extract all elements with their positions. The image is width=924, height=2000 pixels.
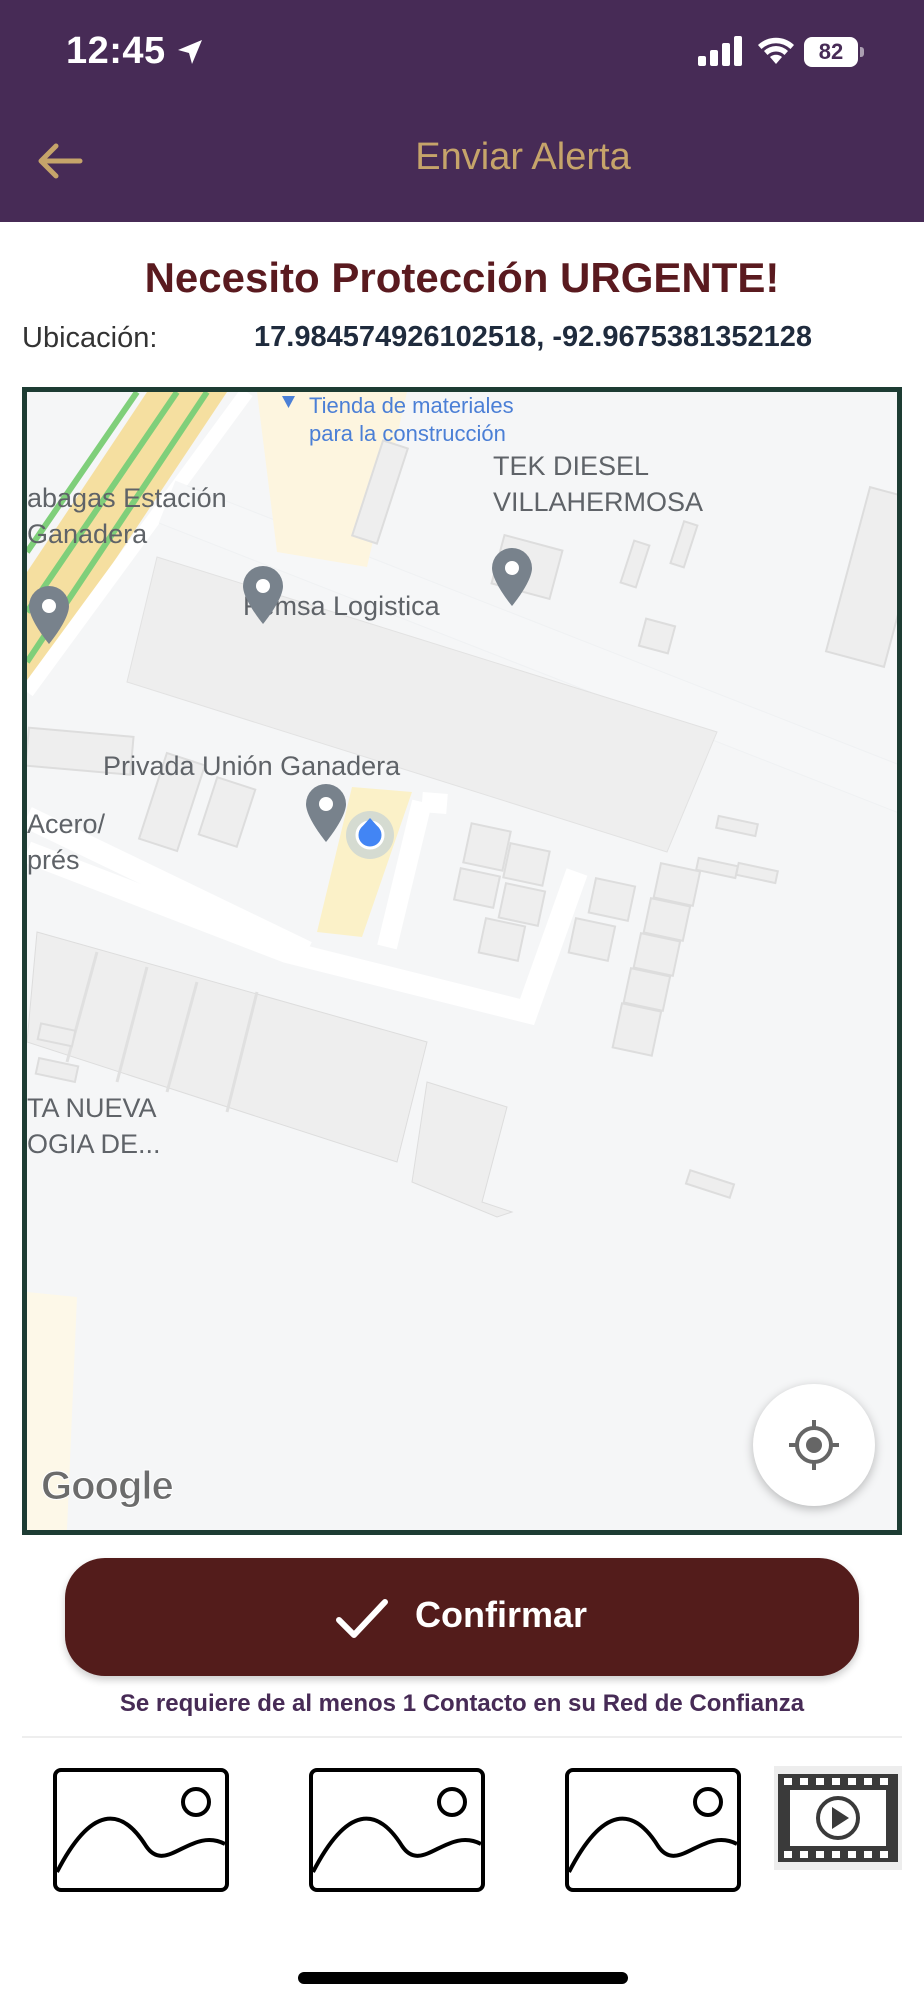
- location-coordinates: 17.984574926102518, -92.9675381352128: [254, 321, 812, 353]
- image-placeholder-icon[interactable]: [51, 1766, 231, 1894]
- checkmark-icon: [336, 1599, 388, 1638]
- map-pin-icon[interactable]: [241, 564, 285, 626]
- battery-level: 82: [804, 37, 858, 67]
- map-label-privada[interactable]: Privada Unión Ganadera: [103, 748, 400, 784]
- wifi-icon: [758, 37, 794, 64]
- confirm-button-label: Confirmar: [415, 1594, 588, 1635]
- map-label-nueva[interactable]: TA NUEVA OGIA DE...: [27, 1090, 161, 1162]
- video-placeholder[interactable]: [774, 1766, 902, 1870]
- battery-icon: 82: [804, 37, 864, 67]
- divider: [22, 1736, 902, 1738]
- google-attribution-logo: Google: [41, 1464, 175, 1509]
- app-header: 12:45 82 Enviar Alerta: [0, 0, 924, 222]
- map-pin-icon[interactable]: [490, 546, 534, 608]
- requirement-notice: Se requiere de al menos 1 Contacto en su…: [119, 1690, 805, 1717]
- location-arrow-icon: [178, 40, 202, 64]
- map-pin-icon[interactable]: [27, 584, 71, 646]
- map-pin-icon[interactable]: [304, 782, 348, 844]
- map-label-tek-diesel[interactable]: TEK DIESEL VILLAHERMOSA: [493, 448, 703, 520]
- map-label-tienda[interactable]: Tienda de materiales para la construcció…: [309, 392, 514, 448]
- my-location-button[interactable]: [753, 1384, 875, 1506]
- crosshair-icon: [789, 1420, 839, 1470]
- image-placeholder-icon[interactable]: [563, 1766, 743, 1894]
- status-bar: 12:45 82: [0, 0, 924, 104]
- confirm-button[interactable]: Confirmar: [65, 1558, 859, 1676]
- map-label-acero[interactable]: Acero/ prés: [27, 806, 105, 878]
- map-view[interactable]: Tienda de materiales para la construcció…: [22, 387, 902, 1535]
- image-placeholder-icon[interactable]: [307, 1766, 487, 1894]
- home-indicator[interactable]: [298, 1972, 628, 1984]
- map-label-gas-station[interactable]: abagas Estación Ganadera: [27, 480, 227, 552]
- map-canvas[interactable]: [27, 392, 897, 1530]
- status-time: 12:45: [66, 30, 166, 72]
- location-label: Ubicación:: [22, 322, 158, 354]
- alert-title: Necesito Protección URGENTE!: [144, 254, 780, 301]
- film-play-icon: [778, 1774, 898, 1862]
- page-title: Enviar Alerta: [415, 136, 631, 178]
- cellular-signal-icon: [698, 36, 742, 66]
